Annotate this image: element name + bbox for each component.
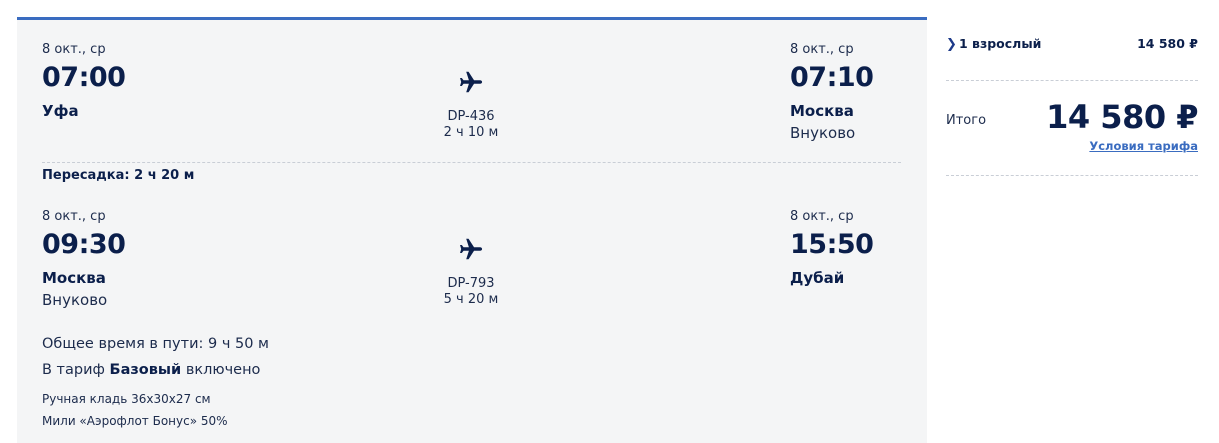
- flight-duration: 5 ч 20 м: [443, 292, 499, 307]
- airplane-icon: [460, 71, 483, 93]
- tariff-name: Базовый: [109, 362, 182, 378]
- passengers-row[interactable]: ❯ 1 взрослый 14 580 ₽: [946, 35, 1198, 55]
- total-price: 14 580 ₽: [1046, 98, 1198, 136]
- passengers-label: 1 взрослый: [959, 36, 1042, 51]
- departure-date: 8 окт., ср: [42, 209, 106, 224]
- price-summary: ❯ 1 взрослый 14 580 ₽ Итого 14 580 ₽ Усл…: [946, 0, 1198, 443]
- departure-airport: Внуково: [42, 291, 108, 309]
- flight-info: DP-793 5 ч 20 м: [411, 276, 531, 308]
- transfer-info: Пересадка: 2 ч 20 м: [42, 168, 195, 183]
- chevron-right-icon[interactable]: ❯: [946, 37, 957, 52]
- arrival-city: Москва: [790, 102, 854, 120]
- arrival-time: 15:50: [790, 229, 874, 260]
- itinerary-card: 8 окт., ср 07:00 Уфа DP-436 2 ч 10 м 8 о…: [17, 17, 927, 443]
- airplane-icon: [460, 238, 483, 260]
- segment-divider: [42, 162, 901, 163]
- flight-duration: 2 ч 10 м: [443, 125, 499, 140]
- flight-number: DP-793: [447, 276, 495, 291]
- tariff-info: В тариф Базовый включено: [42, 362, 260, 378]
- tariff-suffix: включено: [185, 362, 261, 378]
- departure-city: Уфа: [42, 102, 79, 120]
- arrival-city: Дубай: [790, 269, 845, 287]
- arrival-airport: Внуково: [790, 124, 856, 142]
- passengers-price: 14 580 ₽: [1137, 36, 1198, 51]
- baggage-info: Ручная кладь 36x30x27 см: [42, 392, 211, 406]
- arrival-date: 8 окт., ср: [790, 42, 854, 57]
- flight-info: DP-436 2 ч 10 м: [411, 109, 531, 141]
- departure-date: 8 окт., ср: [42, 42, 106, 57]
- summary-divider: [946, 175, 1198, 176]
- departure-time: 09:30: [42, 229, 126, 260]
- departure-city: Москва: [42, 269, 106, 287]
- total-travel-time: Общее время в пути: 9 ч 50 м: [42, 336, 269, 352]
- total-label: Итого: [946, 113, 987, 128]
- tariff-prefix: В тариф: [42, 362, 105, 378]
- summary-divider: [946, 80, 1198, 81]
- flight-number: DP-436: [447, 109, 495, 124]
- departure-time: 07:00: [42, 62, 126, 93]
- fare-conditions-link[interactable]: Условия тарифа: [1089, 139, 1198, 153]
- arrival-date: 8 окт., ср: [790, 209, 854, 224]
- miles-info: Мили «Аэрофлот Бонус» 50%: [42, 414, 228, 428]
- arrival-time: 07:10: [790, 62, 874, 93]
